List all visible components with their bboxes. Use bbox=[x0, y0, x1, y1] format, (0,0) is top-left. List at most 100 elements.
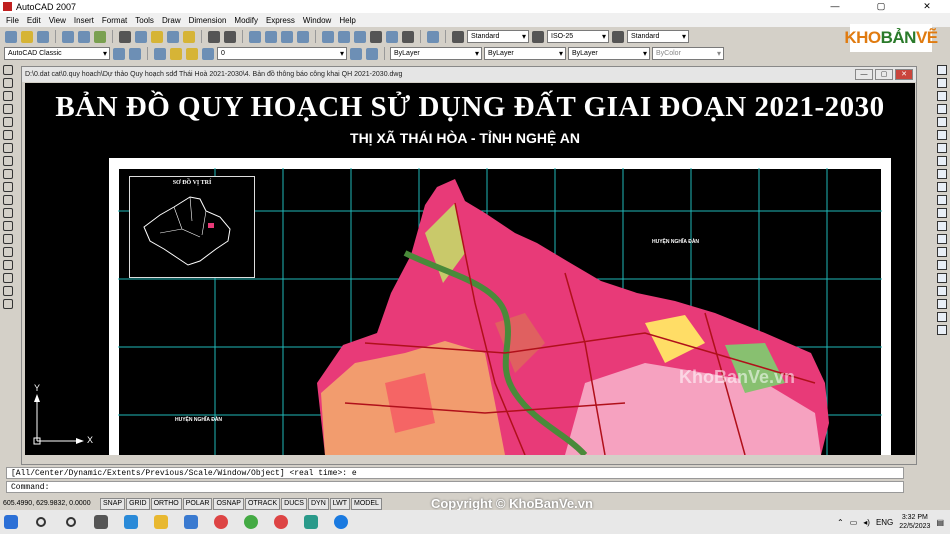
layer-select[interactable]: 0 bbox=[217, 47, 347, 60]
chrome-2-icon[interactable] bbox=[270, 510, 292, 534]
minimize-button[interactable]: — bbox=[812, 0, 858, 13]
dim-style-select[interactable]: ISO-25 bbox=[547, 30, 609, 43]
volume-icon[interactable]: ◂) bbox=[863, 518, 870, 527]
text-style-select[interactable]: Standard bbox=[467, 30, 529, 43]
markup-icon[interactable] bbox=[386, 30, 398, 43]
calculator-icon[interactable] bbox=[402, 30, 414, 43]
break-at-point-icon[interactable] bbox=[937, 208, 947, 218]
help-icon[interactable] bbox=[427, 30, 439, 43]
osnap-toggle[interactable]: OSNAP bbox=[213, 497, 244, 510]
polygon-icon[interactable] bbox=[3, 104, 13, 114]
zoom-realtime-icon[interactable] bbox=[265, 30, 277, 43]
tray-chevron-icon[interactable]: ⌃ bbox=[837, 518, 844, 527]
join-icon[interactable] bbox=[937, 234, 947, 244]
ducs-toggle[interactable]: DUCS bbox=[281, 497, 307, 510]
new-file-icon[interactable] bbox=[5, 30, 17, 43]
start-button[interactable] bbox=[0, 510, 22, 534]
file-explorer-icon[interactable] bbox=[150, 510, 172, 534]
menu-edit[interactable]: Edit bbox=[23, 16, 45, 25]
menu-insert[interactable]: Insert bbox=[70, 16, 98, 25]
tool-palettes-icon[interactable] bbox=[354, 30, 366, 43]
zoom-previous-icon[interactable] bbox=[297, 30, 309, 43]
chrome-icon[interactable] bbox=[210, 510, 232, 534]
menu-draw[interactable]: Draw bbox=[158, 16, 185, 25]
arc-icon[interactable] bbox=[3, 130, 13, 140]
block-editor-icon[interactable] bbox=[183, 30, 195, 43]
workspace-select[interactable]: AutoCAD Classic bbox=[4, 47, 110, 60]
scale-icon[interactable] bbox=[937, 156, 947, 166]
ellipse-icon[interactable] bbox=[3, 182, 13, 192]
cortana-icon[interactable] bbox=[60, 510, 82, 534]
drawing-canvas[interactable]: BẢN ĐỒ QUY HOẠCH SỬ DỤNG ĐẤT GIAI ĐOẠN 2… bbox=[25, 83, 915, 455]
multiline-text-icon[interactable] bbox=[3, 299, 13, 309]
drawing-maximize-button[interactable]: ▢ bbox=[875, 69, 893, 80]
copy-icon[interactable] bbox=[135, 30, 147, 43]
menu-help[interactable]: Help bbox=[335, 16, 359, 25]
array-icon[interactable] bbox=[937, 117, 947, 127]
search-icon[interactable] bbox=[30, 510, 52, 534]
color-select[interactable]: ByLayer bbox=[390, 47, 482, 60]
plotstyle-select[interactable]: ByColor bbox=[652, 47, 724, 60]
explode-icon[interactable] bbox=[937, 273, 947, 283]
menu-view[interactable]: View bbox=[45, 16, 70, 25]
linetype-select[interactable]: ByLayer bbox=[484, 47, 566, 60]
polyline-icon[interactable] bbox=[3, 91, 13, 101]
close-button[interactable]: ✕ bbox=[904, 0, 950, 13]
mirror-icon[interactable] bbox=[937, 91, 947, 101]
dyn-toggle[interactable]: DYN bbox=[307, 497, 329, 510]
model-toggle[interactable]: MODEL bbox=[351, 497, 382, 510]
polar-toggle[interactable]: POLAR bbox=[182, 497, 213, 510]
grid-toggle[interactable]: GRID bbox=[126, 497, 150, 510]
menu-express[interactable]: Express bbox=[262, 16, 299, 25]
maximize-button[interactable]: ▢ bbox=[858, 0, 904, 13]
otrack-toggle[interactable]: OTRACK bbox=[244, 497, 281, 510]
menu-window[interactable]: Window bbox=[299, 16, 335, 25]
chrome-green-icon[interactable] bbox=[240, 510, 262, 534]
edge-icon[interactable] bbox=[120, 510, 142, 534]
lineweight-select[interactable]: ByLayer bbox=[568, 47, 650, 60]
match-properties-icon[interactable] bbox=[167, 30, 179, 43]
group-icon[interactable] bbox=[937, 312, 947, 322]
store-icon[interactable] bbox=[180, 510, 202, 534]
publish-icon[interactable] bbox=[94, 30, 106, 43]
ungroup-icon[interactable] bbox=[937, 325, 947, 335]
make-object-layer-current-icon[interactable] bbox=[350, 47, 362, 60]
rotate-icon[interactable] bbox=[937, 143, 947, 153]
properties-icon[interactable] bbox=[322, 30, 334, 43]
redo-icon[interactable] bbox=[224, 30, 236, 43]
circle-icon[interactable] bbox=[3, 143, 13, 153]
extend-icon[interactable] bbox=[937, 195, 947, 205]
region-icon[interactable] bbox=[3, 273, 13, 283]
point-icon[interactable] bbox=[3, 234, 13, 244]
plot-preview-icon[interactable] bbox=[78, 30, 90, 43]
command-input[interactable]: Command: bbox=[6, 481, 904, 493]
menu-tools[interactable]: Tools bbox=[131, 16, 158, 25]
sheet-set-icon[interactable] bbox=[370, 30, 382, 43]
revision-cloud-icon[interactable] bbox=[3, 156, 13, 166]
offset-icon[interactable] bbox=[937, 104, 947, 114]
layer-previous-icon[interactable] bbox=[366, 47, 378, 60]
stretch-icon[interactable] bbox=[937, 169, 947, 179]
task-view-icon[interactable] bbox=[90, 510, 112, 534]
network-icon[interactable]: ▭ bbox=[850, 518, 858, 527]
save-icon[interactable] bbox=[37, 30, 49, 43]
ortho-toggle[interactable]: ORTHO bbox=[150, 497, 182, 510]
ellipse-arc-icon[interactable] bbox=[3, 195, 13, 205]
workspace-settings-icon[interactable] bbox=[113, 47, 125, 60]
pan-icon[interactable] bbox=[249, 30, 261, 43]
break-icon[interactable] bbox=[937, 221, 947, 231]
plot-icon[interactable] bbox=[62, 30, 74, 43]
notification-icon[interactable]: ▤ bbox=[936, 518, 944, 527]
zalo-icon[interactable] bbox=[330, 510, 352, 534]
drawing-minimize-button[interactable]: — bbox=[855, 69, 873, 80]
fillet-icon[interactable] bbox=[937, 260, 947, 270]
move-icon[interactable] bbox=[937, 130, 947, 140]
rectangle-icon[interactable] bbox=[3, 117, 13, 127]
trim-icon[interactable] bbox=[937, 182, 947, 192]
table-style-select[interactable]: Standard bbox=[627, 30, 689, 43]
my-workspace-icon[interactable] bbox=[129, 47, 141, 60]
drawing-close-button[interactable]: ✕ bbox=[895, 69, 913, 80]
undo-icon[interactable] bbox=[208, 30, 220, 43]
chamfer-icon[interactable] bbox=[937, 247, 947, 257]
menu-modify[interactable]: Modify bbox=[230, 16, 262, 25]
